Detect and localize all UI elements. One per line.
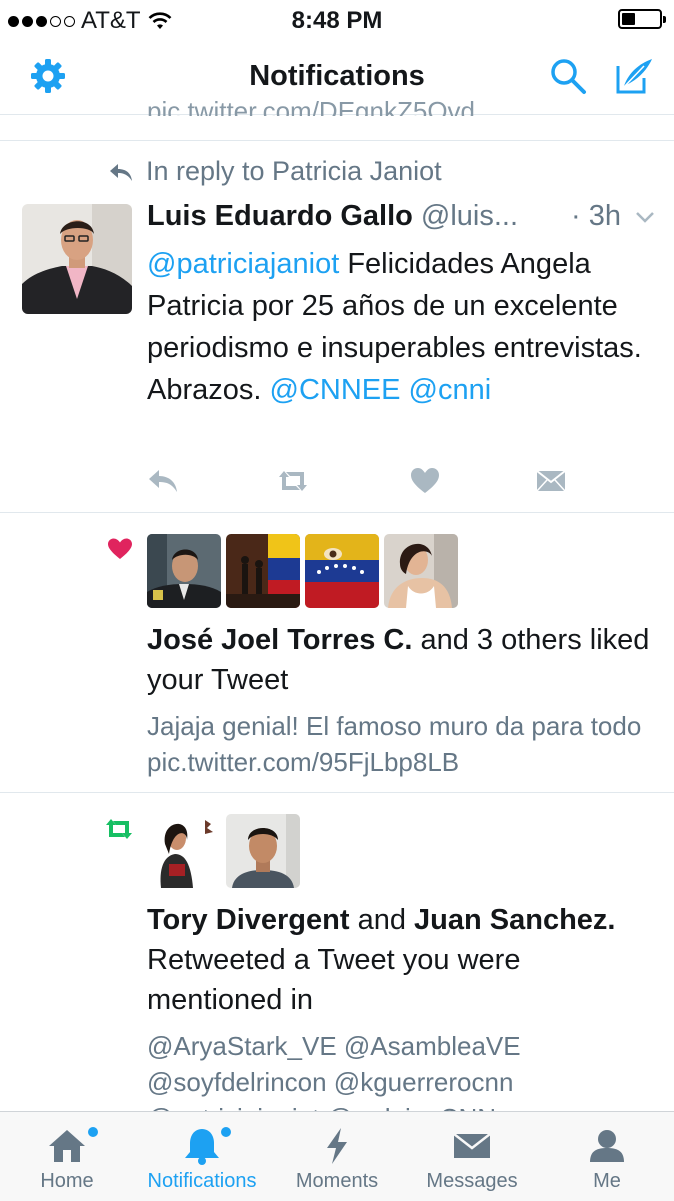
home-icon xyxy=(49,1130,85,1162)
notifications-new-indicator xyxy=(219,1125,233,1139)
tab-home[interactable]: Home xyxy=(0,1112,134,1201)
retweeter-avatar[interactable] xyxy=(226,814,300,888)
status-bar: AT&T 8:48 PM xyxy=(0,0,674,40)
liker-name[interactable]: José Joel Torres C. xyxy=(147,624,412,656)
tab-label: Messages xyxy=(426,1170,518,1192)
messages-envelope-icon xyxy=(453,1133,491,1158)
tab-label: Home xyxy=(40,1170,94,1192)
like-notification-heart-icon xyxy=(108,538,132,559)
retweet-icon[interactable] xyxy=(276,466,310,496)
tweet-header: Luis Eduardo Gallo @luis... · 3h xyxy=(147,200,657,233)
mention-link[interactable]: @CNNEE xyxy=(270,374,401,406)
liker-avatar[interactable] xyxy=(305,534,379,608)
mention-link[interactable]: @cnni xyxy=(409,374,492,406)
direct-message-icon[interactable] xyxy=(534,466,568,496)
tweet-actions xyxy=(0,466,674,498)
preview-line: @AryaStark_VE @AsambleaVE xyxy=(147,1031,521,1061)
tab-label: Moments xyxy=(295,1170,379,1192)
battery-icon xyxy=(618,9,666,29)
connector-text: and xyxy=(349,904,415,936)
notifications-bell-icon xyxy=(185,1129,219,1165)
compose-tweet-icon[interactable] xyxy=(614,56,654,96)
tab-notifications[interactable]: Notifications xyxy=(135,1112,269,1201)
status-time: 8:48 PM xyxy=(291,7,383,34)
tweet-author-name[interactable]: Luis Eduardo Gallo xyxy=(147,200,413,232)
preview-line: @soyfdelrincon @kguerrerocnn xyxy=(147,1067,514,1097)
tab-bar: Home Notifications Moments Messages Me xyxy=(0,1111,674,1201)
user-avatar[interactable] xyxy=(22,204,132,314)
moments-lightning-icon xyxy=(327,1128,347,1164)
home-new-indicator xyxy=(86,1125,100,1139)
reply-context-label: In reply to Patricia Janiot xyxy=(146,156,442,186)
mention-link[interactable]: @patriciajaniot xyxy=(147,248,339,280)
liker-avatar[interactable] xyxy=(147,534,221,608)
tab-moments[interactable]: Moments xyxy=(270,1112,404,1201)
like-heart-icon[interactable] xyxy=(408,466,442,496)
divider xyxy=(0,140,674,141)
tab-label: Notifications xyxy=(147,1170,257,1192)
liker-avatar[interactable] xyxy=(226,534,300,608)
tab-me[interactable]: Me xyxy=(540,1112,674,1201)
tab-messages[interactable]: Messages xyxy=(405,1112,539,1201)
retweeter-avatar[interactable] xyxy=(147,814,221,888)
search-icon[interactable] xyxy=(548,56,588,96)
tweet-body: @patriciajaniot Felicidades Angela Patri… xyxy=(147,243,657,411)
divider xyxy=(0,512,674,513)
chevron-down-icon[interactable] xyxy=(635,210,655,224)
tweet-author-handle[interactable]: @luis... xyxy=(421,200,518,232)
tab-label: Me xyxy=(593,1170,621,1192)
retweeter-name[interactable]: Tory Divergent xyxy=(147,904,350,936)
reply-icon[interactable] xyxy=(146,466,180,496)
reply-arrow-icon xyxy=(110,163,132,181)
divider xyxy=(0,792,674,793)
liked-tweet-preview[interactable]: Jajaja genial! El famoso muro da para to… xyxy=(147,708,662,780)
tweet-timestamp: · 3h xyxy=(571,200,621,232)
retweet-notification-text: Tory Divergent and Juan Sanchez. Retweet… xyxy=(147,900,662,1020)
liker-avatar[interactable] xyxy=(384,534,458,608)
retweeter-name[interactable]: Juan Sanchez. xyxy=(414,904,615,936)
profile-person-icon xyxy=(590,1130,624,1162)
previous-tweet-link-peek: pic.twitter.com/DEgnkZ5Ovd xyxy=(147,96,475,116)
reply-context[interactable]: In reply to Patricia Janiot xyxy=(108,156,442,187)
like-notification-text: José Joel Torres C. and 3 others liked y… xyxy=(147,620,662,700)
retweet-notification-icon xyxy=(106,819,132,839)
retweet-notification-rest: Retweeted a Tweet you were mentioned in xyxy=(147,944,521,1016)
